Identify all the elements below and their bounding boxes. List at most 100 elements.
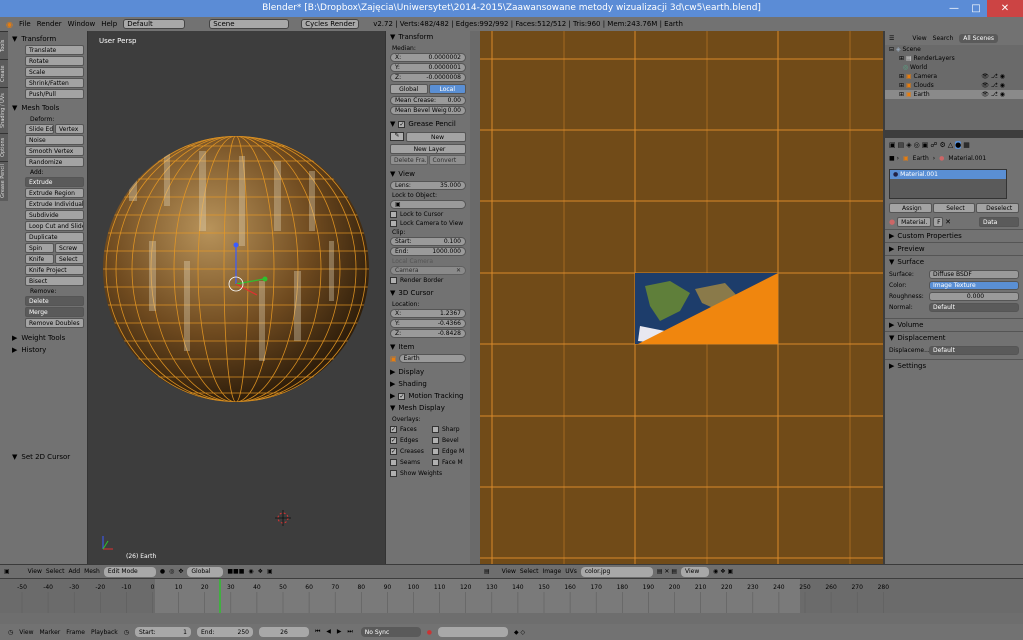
grease-pencil-header[interactable]: ▼ ✓ Grease Pencil: [386, 118, 470, 130]
transform-panel-header[interactable]: ▼ Transform: [8, 33, 87, 45]
render-preview-icon[interactable]: ▣: [267, 568, 273, 575]
motion-tracking-header[interactable]: ▶ ✓ Motion Tracking: [386, 390, 470, 402]
local-camera-field[interactable]: Camera ✕: [390, 266, 466, 275]
playback-menu[interactable]: Playback: [91, 629, 118, 636]
surface-selector[interactable]: Diffuse BSDF: [929, 270, 1019, 279]
item-name-field[interactable]: Earth: [398, 354, 466, 363]
menu-render[interactable]: Render: [37, 20, 62, 28]
bevel-checkbox[interactable]: Bevel: [432, 437, 466, 444]
volume-header[interactable]: ▶ Volume: [885, 318, 1023, 331]
rotate-button[interactable]: Rotate: [25, 56, 84, 66]
uv-image-menu[interactable]: Image: [542, 568, 561, 575]
scale-button[interactable]: Scale: [25, 67, 84, 77]
pivot-icon[interactable]: ◎: [169, 568, 174, 575]
uv-view-selector[interactable]: View: [681, 566, 710, 577]
clip-end-field[interactable]: End: 1000.000: [390, 247, 466, 256]
link-data-selector[interactable]: Data: [979, 217, 1019, 227]
cursor-x-field[interactable]: X: 1.2367: [390, 309, 466, 318]
shading-icon[interactable]: ●: [160, 568, 165, 575]
select-button[interactable]: Select: [932, 203, 976, 213]
loop-cut-button[interactable]: Loop Cut and Slide: [25, 221, 84, 231]
face-marks-checkbox[interactable]: Face M: [432, 459, 466, 466]
spin-button[interactable]: Spin: [25, 243, 54, 253]
set-2d-cursor-header[interactable]: ▼ Set 2D Cursor: [8, 451, 74, 463]
start-frame-field[interactable]: Start: 1: [134, 627, 191, 637]
scene-selector[interactable]: Scene: [209, 19, 290, 29]
outliner-clouds[interactable]: ⊞ ▣ Clouds 👁 ⎇ ◉: [885, 81, 1023, 90]
timeline-view-menu[interactable]: View: [19, 629, 33, 636]
lock-object-field[interactable]: ▣: [390, 200, 466, 209]
mean-bevel-field[interactable]: Mean Bevel Weig 0.00: [390, 106, 466, 115]
history-header[interactable]: ▶ History: [8, 344, 87, 356]
clip-start-field[interactable]: Start: 0.100: [390, 237, 466, 246]
mesh-display-header[interactable]: ▼ Mesh Display: [386, 402, 470, 414]
knife-button[interactable]: Knife: [25, 254, 54, 264]
settings-header[interactable]: ▶ Settings: [885, 359, 1023, 372]
slide-vertex-button[interactable]: Vertex: [55, 124, 84, 134]
3d-cursor-header[interactable]: ▼ 3D Cursor: [386, 287, 470, 299]
3d-viewport[interactable]: User Persp (26) Earth: [89, 31, 385, 564]
outliner-renderlayers[interactable]: ⊞ ▤ RenderLayers: [885, 54, 1023, 63]
orientation-selector[interactable]: Global: [187, 566, 224, 577]
uv-image-editor[interactable]: [480, 31, 883, 564]
normal-selector[interactable]: Default: [929, 303, 1019, 312]
layers-tab-icon[interactable]: ▤: [898, 141, 905, 149]
median-z-field[interactable]: Z: -0.0000008: [390, 73, 466, 82]
deselect-button[interactable]: Deselect: [976, 203, 1020, 213]
timeline-ruler[interactable]: -50 -40 -30 -20 -10 0 10 20 30 40 50 60 70 80 90 100 110…: [0, 579, 1023, 624]
transform-header[interactable]: ▼ Transform: [386, 31, 470, 43]
uv-tool-icons[interactable]: ◉ ❖ ▣: [713, 568, 733, 575]
preview-range-icon[interactable]: ◷: [124, 629, 129, 636]
mesh-tools-header[interactable]: ▼ Mesh Tools: [8, 102, 87, 114]
view-header[interactable]: ▼ View: [386, 168, 470, 180]
current-frame-field[interactable]: 26: [258, 627, 309, 637]
pencil-icon[interactable]: ✎: [390, 132, 404, 141]
uv-view-menu[interactable]: View: [502, 568, 516, 575]
push-pull-button[interactable]: Push/Pull: [25, 89, 84, 99]
displacement-header[interactable]: ▼ Displacement: [885, 331, 1023, 344]
smooth-vertex-button[interactable]: Smooth Vertex: [25, 146, 84, 156]
uv-editor-type-icon[interactable]: ▤: [484, 568, 490, 575]
shading-header[interactable]: ▶ Shading: [386, 378, 470, 390]
scene-tab-icon[interactable]: ◈: [906, 141, 911, 149]
timeline-editor-icon[interactable]: ◷: [8, 629, 13, 636]
image-name-field[interactable]: color.jpg: [580, 566, 653, 577]
cursor-z-field[interactable]: Z: -0.8428: [390, 329, 466, 338]
subdivide-button[interactable]: Subdivide: [25, 210, 84, 220]
render-engine-selector[interactable]: Cycles Render: [301, 19, 360, 29]
render-tab-icon[interactable]: ▣: [889, 141, 896, 149]
add-menu[interactable]: Add: [68, 568, 80, 575]
uv-grid[interactable]: [480, 31, 883, 564]
delete-button[interactable]: Delete: [25, 296, 84, 306]
display-header[interactable]: ▶ Display: [386, 366, 470, 378]
remove-doubles-button[interactable]: Remove Doubles: [25, 318, 84, 328]
edges-checkbox[interactable]: ✓ Edges: [390, 437, 424, 444]
data-tab-icon[interactable]: △: [948, 141, 953, 149]
global-toggle[interactable]: Global: [390, 84, 428, 94]
color-selector[interactable]: Image Texture: [929, 281, 1019, 290]
slide-edge-button[interactable]: Slide Edg: [25, 124, 54, 134]
convert-button[interactable]: Convert: [428, 155, 466, 165]
menu-window[interactable]: Window: [68, 20, 96, 28]
outliner-world[interactable]: ◎ World: [885, 63, 1023, 72]
lock-cursor-checkbox[interactable]: Lock to Cursor: [390, 211, 466, 218]
close-button[interactable]: ✕: [987, 0, 1023, 17]
local-toggle[interactable]: Local: [428, 84, 466, 94]
timeline-editor[interactable]: -50 -40 -30 -20 -10 0 10 20 30 40 50 60 70 80 90 100 110…: [0, 579, 1023, 624]
extrude-button[interactable]: Extrude: [25, 177, 84, 187]
sidebar-scrollbar[interactable]: [470, 31, 480, 564]
faces-checkbox[interactable]: ✓ Faces: [390, 426, 424, 433]
menu-file[interactable]: File: [19, 20, 31, 28]
lens-field[interactable]: Lens: 35.000: [390, 181, 466, 190]
outliner-scene[interactable]: ⊟ ◈ Scene: [885, 45, 1023, 54]
minimize-button[interactable]: —: [943, 0, 965, 17]
editor-type-icon[interactable]: ▣: [4, 568, 10, 575]
mesh-menu[interactable]: Mesh: [84, 568, 100, 575]
marker-menu[interactable]: Marker: [40, 629, 61, 636]
all-scenes-selector[interactable]: All Scenes: [959, 33, 999, 43]
duplicate-button[interactable]: Duplicate: [25, 232, 84, 242]
image-icons[interactable]: ▤ ✕ ▤: [657, 568, 677, 575]
knife-select-button[interactable]: Select: [55, 254, 84, 264]
material-tab-icon[interactable]: ●: [955, 141, 962, 149]
record-icon[interactable]: ●: [427, 629, 432, 636]
